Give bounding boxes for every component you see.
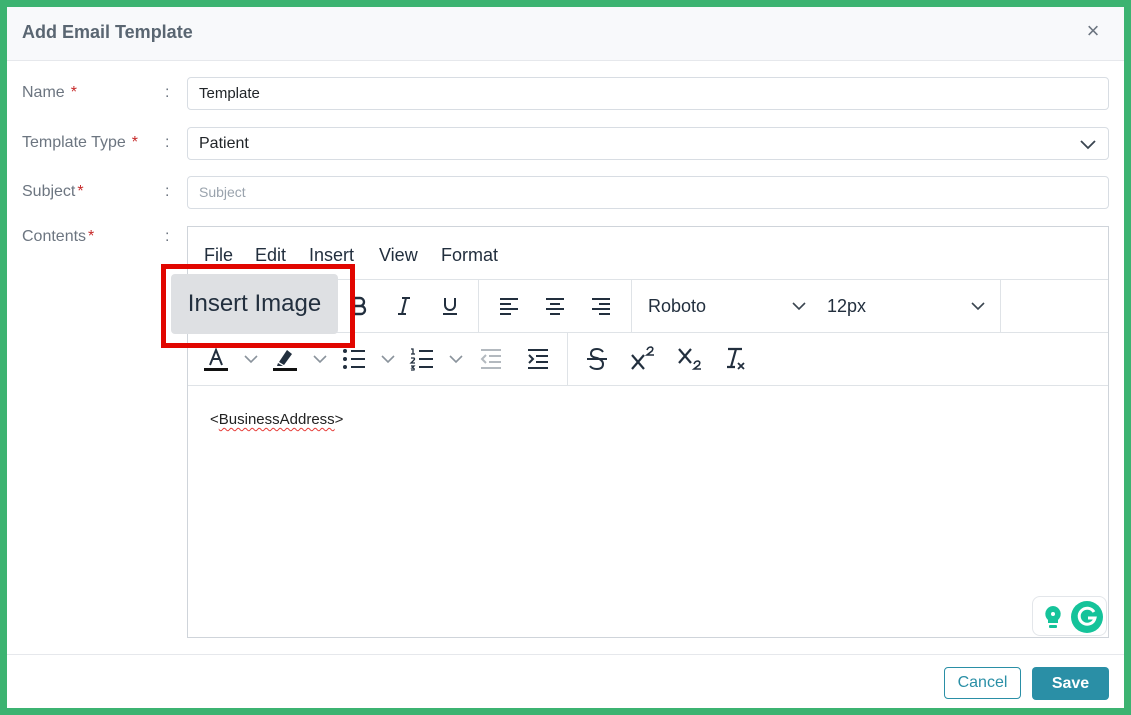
required-mark: * <box>131 134 138 151</box>
font-size-select[interactable]: 12px <box>827 296 866 317</box>
contents-colon: : <box>165 228 170 245</box>
editor-content-text: <BusinessAddress> <box>210 411 344 428</box>
menu-edit[interactable]: Edit <box>255 245 286 266</box>
bullet-list-icon <box>343 349 365 369</box>
outdent-button[interactable] <box>475 343 507 375</box>
chevron-down-icon[interactable] <box>380 351 396 367</box>
template-type-colon: : <box>165 134 170 151</box>
chevron-down-icon[interactable] <box>970 298 986 314</box>
save-button[interactable]: Save <box>1032 667 1109 700</box>
underline-button[interactable] <box>434 290 466 322</box>
subject-input[interactable] <box>187 176 1109 209</box>
align-center-icon <box>546 298 564 315</box>
subscript-button[interactable] <box>674 343 706 375</box>
subject-colon: : <box>165 183 170 200</box>
chevron-down-icon[interactable] <box>312 351 328 367</box>
template-type-value: Patient <box>199 135 249 152</box>
cancel-button[interactable]: Cancel <box>944 667 1021 699</box>
editor-content-area[interactable]: <BusinessAddress> <box>188 387 1108 637</box>
lightbulb-icon <box>1045 606 1061 628</box>
align-left-icon <box>500 298 518 315</box>
name-input[interactable] <box>187 77 1109 110</box>
add-email-template-dialog: Add Email Template × Name* : Template Ty… <box>7 7 1124 708</box>
italic-icon <box>398 297 410 315</box>
align-left-button[interactable] <box>493 290 525 322</box>
dialog-footer: Cancel Save <box>7 654 1124 708</box>
chevron-down-icon[interactable] <box>243 351 259 367</box>
menu-view[interactable]: View <box>379 245 418 266</box>
grammarly-widget[interactable] <box>1032 596 1107 636</box>
contents-label: Contents * <box>22 228 95 245</box>
clear-formatting-button[interactable] <box>720 343 752 375</box>
font-family-select[interactable]: Roboto <box>648 296 706 317</box>
menu-insert[interactable]: Insert <box>309 245 354 266</box>
numbered-list-icon <box>409 348 433 371</box>
chevron-down-icon[interactable] <box>791 298 807 314</box>
italic-button[interactable] <box>388 290 420 322</box>
grammarly-icon <box>1071 601 1103 633</box>
menu-format[interactable]: Format <box>441 245 498 266</box>
template-type-select[interactable]: Patient <box>187 127 1109 160</box>
name-label: Name * <box>22 84 77 101</box>
numbered-list-button[interactable] <box>406 343 438 375</box>
dialog-header: Add Email Template × <box>7 7 1124 61</box>
indent-icon <box>528 349 548 369</box>
strikethrough-icon <box>587 347 607 371</box>
required-mark: * <box>88 228 95 245</box>
outdent-icon <box>480 349 501 369</box>
close-icon[interactable]: × <box>1082 20 1104 42</box>
misspelled-word: BusinessAddress <box>218 411 335 428</box>
align-center-button[interactable] <box>539 290 571 322</box>
align-right-icon <box>592 298 610 315</box>
highlight-box <box>161 264 355 348</box>
highlight-color-icon <box>273 350 297 371</box>
align-right-button[interactable] <box>585 290 617 322</box>
required-mark: * <box>77 183 84 200</box>
superscript-button[interactable] <box>627 343 659 375</box>
chevron-down-icon <box>1080 140 1096 150</box>
text-color-icon <box>204 347 228 371</box>
indent-button[interactable] <box>522 343 554 375</box>
clear-formatting-icon <box>727 347 745 370</box>
chevron-down-icon[interactable] <box>448 351 464 367</box>
underline-icon <box>443 298 457 315</box>
superscript-icon <box>631 346 654 370</box>
strikethrough-button[interactable] <box>581 343 613 375</box>
menu-file[interactable]: File <box>204 245 233 266</box>
dialog-title: Add Email Template <box>22 22 193 42</box>
name-colon: : <box>165 84 170 101</box>
subject-label: Subject * <box>22 183 84 200</box>
subscript-icon <box>678 348 701 370</box>
template-type-label: Template Type * <box>22 134 138 151</box>
required-mark: * <box>70 84 77 101</box>
